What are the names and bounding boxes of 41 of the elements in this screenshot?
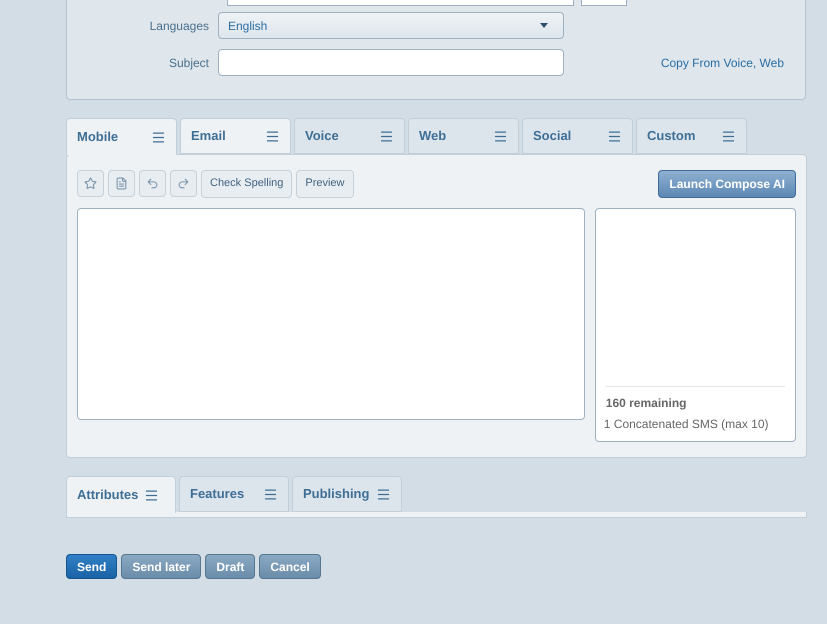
channel-tab[interactable]: Mobile bbox=[66, 118, 177, 155]
dropdown-icon bbox=[540, 23, 548, 28]
field-label: Languages bbox=[148, 18, 210, 34]
redo-icon bbox=[177, 177, 190, 190]
menu-icon bbox=[607, 128, 622, 144]
channel-tab[interactable]: Social bbox=[522, 118, 633, 154]
star-icon bbox=[84, 177, 97, 190]
menu-icon bbox=[151, 130, 166, 144]
menu-icon bbox=[721, 128, 736, 144]
favorite-button[interactable] bbox=[77, 170, 104, 197]
action-button[interactable]: Draft bbox=[205, 554, 256, 579]
sms-count: 1 Concatenated SMS (max 10) bbox=[604, 416, 770, 433]
menu-icon bbox=[376, 486, 391, 502]
copy-link[interactable]: Copy From Voice, Web bbox=[660, 54, 784, 72]
undo-button[interactable] bbox=[139, 170, 166, 197]
menu-icon bbox=[493, 128, 508, 144]
language-select[interactable]: English bbox=[218, 12, 564, 39]
undo-icon bbox=[146, 177, 159, 190]
action-button[interactable]: Cancel bbox=[259, 554, 321, 579]
compose-button[interactable]: Launch Compose AI bbox=[658, 170, 796, 198]
channel-tab[interactable]: Voice bbox=[294, 118, 405, 154]
channel-tab[interactable]: Web bbox=[408, 118, 519, 154]
document-icon bbox=[115, 177, 128, 190]
action-button[interactable]: Send bbox=[66, 554, 118, 579]
menu-icon bbox=[265, 128, 280, 144]
channel-tab[interactable]: Custom bbox=[636, 118, 747, 154]
toolbar-button[interactable]: Check Spelling bbox=[201, 170, 292, 198]
redo-button[interactable] bbox=[170, 170, 197, 197]
menu-icon bbox=[263, 486, 278, 502]
subject-field[interactable] bbox=[218, 49, 564, 76]
toolbar-button[interactable]: Preview bbox=[296, 170, 354, 198]
template-button[interactable] bbox=[108, 170, 135, 197]
action-button[interactable]: Send later bbox=[121, 554, 202, 579]
field-label: Subject bbox=[168, 54, 210, 72]
remaining-count: 160 remaining bbox=[606, 395, 688, 412]
menu-icon bbox=[144, 488, 160, 502]
section-tab[interactable]: Attributes bbox=[66, 476, 176, 513]
section-tab[interactable]: Publishing bbox=[292, 476, 402, 512]
menu-icon bbox=[379, 128, 394, 144]
section-tab[interactable]: Features bbox=[179, 476, 289, 512]
channel-tab[interactable]: Email bbox=[180, 118, 291, 154]
